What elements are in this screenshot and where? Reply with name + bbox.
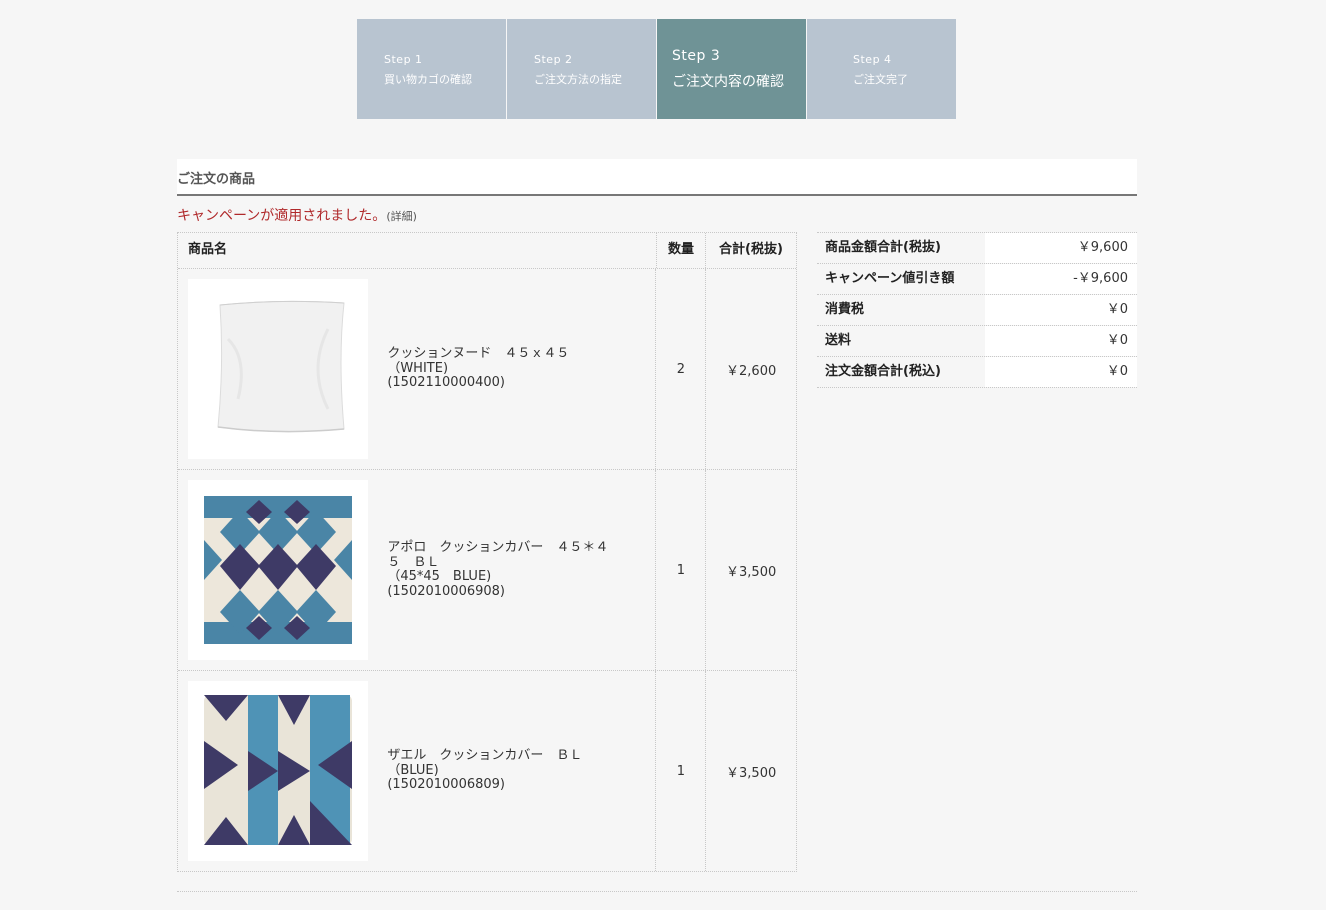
product-image-white-cushion[interactable] [188,279,368,459]
summary-label: 送料 [817,326,985,356]
table-row: クッションヌード ４５ｘ４５ （WHITE) (1502110000400) 2… [178,269,796,470]
step-label: 買い物カゴの確認 [384,73,472,86]
summary-label: キャンペーン値引き額 [817,264,985,294]
summary-value: ￥0 [985,357,1137,387]
summary-value: ￥0 [985,295,1137,325]
product-name[interactable]: ザエル クッションカバー ＢＬ （BLUE) (1502010006809) [387,749,582,793]
summary-row-tax: 消費税 ￥0 [817,295,1137,326]
summary-value: ￥9,600 [985,233,1137,263]
summary-row-subtotal: 商品金額合計(税抜) ￥9,600 [817,233,1137,264]
product-qty: 1 [656,470,707,670]
step-2: Step 2 ご注文方法の指定 [507,19,656,119]
checkout-steps: Step 1 買い物カゴの確認 Step 2 ご注文方法の指定 Step 3 ご… [357,19,957,119]
campaign-message: キャンペーンが適用されました。 [177,208,387,224]
step-number: Step 2 [534,53,573,66]
section-header: ご注文の商品 [177,159,1137,196]
summary-row-shipping: 送料 ￥0 [817,326,1137,357]
column-header-qty: 数量 [657,233,706,268]
summary-value: ￥0 [985,326,1137,356]
product-image-apollo-cushion[interactable] [188,480,368,660]
step-label: ご注文方法の指定 [534,73,622,86]
step-label: ご注文内容の確認 [672,74,784,90]
product-qty: 1 [656,671,707,871]
step-3-current: Step 3 ご注文内容の確認 [657,19,806,119]
product-name[interactable]: クッションヌード ４５ｘ４５ （WHITE) (1502110000400) [387,347,569,391]
step-number: Step 1 [384,53,423,66]
section-title: ご注文の商品 [177,172,256,187]
summary-value: -￥9,600 [985,264,1137,294]
product-name[interactable]: アポロ クッションカバー ４５＊４ ５ ＢＬ （45*45 BLUE) (150… [387,540,608,599]
summary-row-grand-total: 注文金額合計(税込) ￥0 [817,357,1137,388]
campaign-notice: キャンペーンが適用されました。(詳細) [177,205,417,225]
summary-label: 消費税 [817,295,985,325]
product-qty: 2 [656,269,707,469]
product-total: ￥3,500 [726,564,777,580]
summary-row-campaign-discount: キャンペーン値引き額 -￥9,600 [817,264,1137,295]
table-row: アポロ クッションカバー ４５＊４ ５ ＢＬ （45*45 BLUE) (150… [178,470,796,671]
column-header-name: 商品名 [178,233,657,268]
divider [177,891,1137,892]
step-1: Step 1 買い物カゴの確認 [357,19,506,119]
order-items-table: 商品名 数量 合計(税抜) クッションヌード ４５ｘ４５ （WHITE) (15… [177,232,797,872]
product-total: ￥3,500 [726,765,777,781]
summary-label: 注文金額合計(税込) [817,357,985,387]
product-total: ￥2,600 [726,363,777,379]
summary-label: 商品金額合計(税抜) [817,233,985,263]
step-4: Step 4 ご注文完了 [807,19,956,119]
table-row: ザエル クッションカバー ＢＬ （BLUE) (1502010006809) 1… [178,671,796,871]
step-number: Step 3 [672,48,721,64]
step-label: ご注文完了 [853,73,908,86]
table-header: 商品名 数量 合計(税抜) [178,233,796,269]
campaign-detail-link[interactable]: (詳細) [386,210,417,223]
order-summary-table: 商品金額合計(税抜) ￥9,600 キャンペーン値引き額 -￥9,600 消費税… [817,232,1137,388]
step-number: Step 4 [853,53,892,66]
product-image-zael-cushion[interactable] [188,681,368,861]
column-header-total: 合計(税抜) [719,242,783,257]
